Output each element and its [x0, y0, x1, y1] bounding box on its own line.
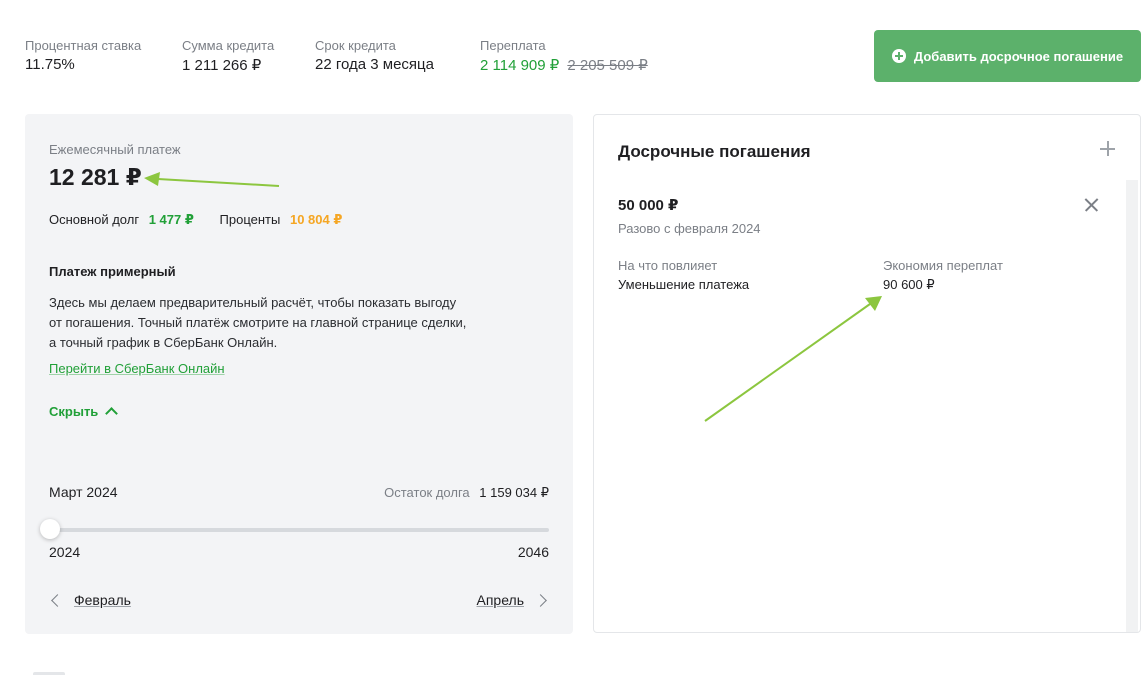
annotation-arrows	[144, 172, 882, 422]
annotation-arrow	[144, 172, 280, 187]
annotation-arrow	[704, 296, 882, 422]
